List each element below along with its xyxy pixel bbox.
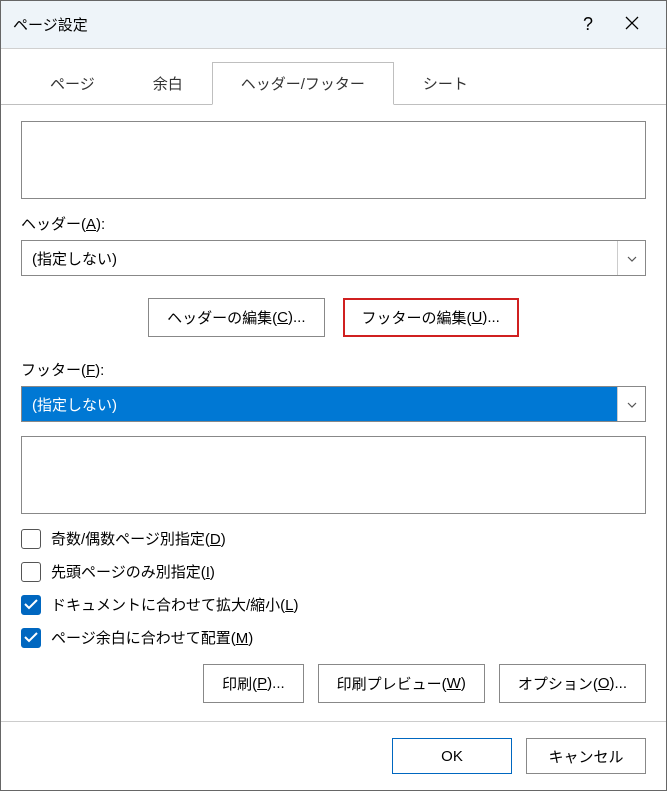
action-buttons-row: 印刷(P)... 印刷プレビュー(W) オプション(O)... xyxy=(21,664,646,703)
page-setup-dialog: ページ設定 ? ページ 余白 ヘッダー/フッター シート ヘッダー(A): (指… xyxy=(0,0,667,791)
header-label: ヘッダー(A): xyxy=(21,213,646,234)
tab-sheet[interactable]: シート xyxy=(394,62,497,105)
close-icon xyxy=(625,14,639,35)
chk-odd-even[interactable]: 奇数/偶数ページ別指定(D) xyxy=(21,528,646,549)
chk-first-page[interactable]: 先頭ページのみ別指定(I) xyxy=(21,561,646,582)
footer-preview xyxy=(21,436,646,514)
footer-combo-button[interactable] xyxy=(617,387,645,421)
cancel-button[interactable]: キャンセル xyxy=(526,738,646,774)
edit-header-button[interactable]: ヘッダーの編集(C)... xyxy=(148,298,324,337)
titlebar: ページ設定 ? xyxy=(1,1,666,49)
tab-content: ヘッダー(A): (指定しない) ヘッダーの編集(C)... フッターの編集(U… xyxy=(1,105,666,721)
header-combo-button[interactable] xyxy=(617,241,645,275)
checkbox-icon xyxy=(21,529,41,549)
tab-margins[interactable]: 余白 xyxy=(124,62,212,105)
options-button[interactable]: オプション(O)... xyxy=(499,664,646,703)
checkbox-group: 奇数/偶数ページ別指定(D) 先頭ページのみ別指定(I) ドキュメントに合わせて… xyxy=(21,528,646,648)
edit-footer-button[interactable]: フッターの編集(U)... xyxy=(343,298,519,337)
help-icon: ? xyxy=(583,14,593,35)
checkbox-checked-icon xyxy=(21,628,41,648)
header-combo[interactable]: (指定しない) xyxy=(21,240,646,276)
ok-button[interactable]: OK xyxy=(392,738,512,774)
chevron-down-icon xyxy=(627,249,637,267)
header-combo-value: (指定しない) xyxy=(22,241,617,275)
tab-strip: ページ 余白 ヘッダー/フッター シート xyxy=(1,49,666,105)
help-button[interactable]: ? xyxy=(566,3,610,47)
close-button[interactable] xyxy=(610,3,654,47)
tab-page[interactable]: ページ xyxy=(21,62,124,105)
footer-label: フッター(F): xyxy=(21,359,646,380)
footer-combo-value: (指定しない) xyxy=(22,387,617,421)
tab-header-footer[interactable]: ヘッダー/フッター xyxy=(212,62,394,105)
chk-align-margins[interactable]: ページ余白に合わせて配置(M) xyxy=(21,627,646,648)
checkbox-icon xyxy=(21,562,41,582)
print-button[interactable]: 印刷(P)... xyxy=(203,664,304,703)
header-preview xyxy=(21,121,646,199)
edit-buttons-row: ヘッダーの編集(C)... フッターの編集(U)... xyxy=(21,298,646,337)
chevron-down-icon xyxy=(627,395,637,413)
dialog-footer: OK キャンセル xyxy=(1,721,666,790)
checkbox-checked-icon xyxy=(21,595,41,615)
print-preview-button[interactable]: 印刷プレビュー(W) xyxy=(318,664,485,703)
footer-combo[interactable]: (指定しない) xyxy=(21,386,646,422)
dialog-title: ページ設定 xyxy=(13,14,566,35)
chk-scale-with-doc[interactable]: ドキュメントに合わせて拡大/縮小(L) xyxy=(21,594,646,615)
